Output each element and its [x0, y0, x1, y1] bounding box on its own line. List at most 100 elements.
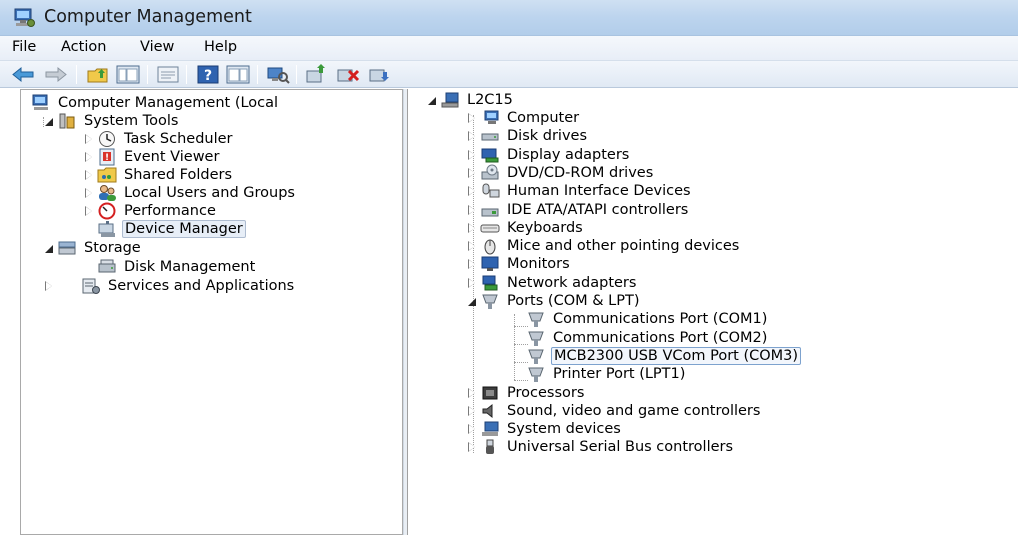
expand-toggle[interactable]	[426, 91, 440, 109]
network-adapter-icon	[482, 275, 498, 291]
show-hide-console-tree-icon[interactable]	[116, 64, 140, 85]
up-folder-icon[interactable]	[86, 64, 110, 85]
device-category-label: IDE ATA/ATAPI controllers	[507, 202, 689, 218]
tree-item-shared-folders[interactable]: Shared Folders	[83, 166, 234, 184]
toolbar: ?	[0, 61, 1018, 88]
device-category-label: Mice and other pointing devices	[507, 238, 740, 254]
dvd-drive-icon	[481, 164, 499, 180]
tree-item-event-viewer[interactable]: ! Event Viewer	[83, 148, 221, 166]
device-category-row[interactable]: Human Interface Devices	[466, 182, 693, 200]
device-category-row[interactable]: DVD/CD-ROM drives	[466, 164, 655, 182]
tree-root-label: Computer Management (Local	[58, 95, 279, 111]
expand-toggle[interactable]	[466, 164, 480, 182]
port-icon	[528, 367, 544, 382]
tree-item-disk-management[interactable]: Disk Management	[97, 258, 257, 276]
device-category-label: Human Interface Devices	[507, 183, 691, 199]
help-icon[interactable]: ?	[196, 64, 220, 85]
port-device-row[interactable]: Printer Port (LPT1)	[526, 365, 687, 383]
expand-toggle[interactable]	[466, 420, 480, 438]
device-category-label: DVD/CD-ROM drives	[507, 165, 654, 181]
tree-item-device-manager[interactable]: Device Manager	[97, 220, 246, 238]
tree-item-storage[interactable]: Storage	[43, 239, 143, 257]
device-category-label: Computer	[507, 110, 580, 126]
expand-toggle[interactable]	[43, 239, 57, 257]
menu-help[interactable]: Help	[204, 39, 237, 55]
device-category-label: Processors	[507, 385, 585, 401]
expand-toggle[interactable]	[466, 292, 480, 310]
ide-controller-icon	[481, 208, 499, 217]
device-category-row[interactable]: Display adapters	[466, 146, 631, 164]
disable-device-icon[interactable]	[336, 64, 360, 85]
computer-management-icon	[14, 8, 35, 27]
device-category-row[interactable]: Sound, video and game controllers	[466, 402, 762, 420]
forward-arrow-icon[interactable]	[44, 64, 68, 85]
port-device-row[interactable]: MCB2300 USB VCom Port (COM3)	[526, 347, 802, 365]
expand-toggle[interactable]	[466, 219, 480, 237]
expand-toggle[interactable]	[466, 438, 480, 456]
tree-item-performance[interactable]: Performance	[83, 202, 218, 220]
update-driver-icon[interactable]	[304, 64, 328, 85]
tree-item-system-tools[interactable]: System Tools	[43, 112, 180, 130]
device-category-label: Sound, video and game controllers	[507, 403, 761, 419]
computer-icon	[484, 110, 499, 124]
expand-toggle[interactable]	[83, 202, 97, 220]
port-device-row[interactable]: Communications Port (COM1)	[526, 310, 769, 328]
device-category-row[interactable]: System devices	[466, 420, 623, 438]
device-category-row[interactable]: IDE ATA/ATAPI controllers	[466, 201, 690, 219]
device-category-row[interactable]: Mice and other pointing devices	[466, 237, 741, 255]
port-device-row[interactable]: Communications Port (COM2)	[526, 329, 769, 347]
device-category-row[interactable]: Network adapters	[466, 274, 638, 292]
keyboard-icon	[480, 224, 500, 233]
expand-toggle[interactable]	[466, 201, 480, 219]
port-icon	[528, 349, 544, 364]
tree-label: Device Manager	[122, 220, 246, 238]
tree-item-task-scheduler[interactable]: Task Scheduler	[83, 130, 235, 148]
expand-toggle[interactable]	[466, 146, 480, 164]
device-category-row[interactable]: Universal Serial Bus controllers	[466, 438, 735, 456]
expand-toggle[interactable]	[466, 237, 480, 255]
expand-toggle[interactable]	[466, 109, 480, 127]
expand-toggle[interactable]	[83, 184, 97, 202]
expand-toggle[interactable]	[466, 182, 480, 200]
svg-text:?: ?	[204, 68, 212, 84]
uninstall-device-icon[interactable]	[368, 64, 392, 85]
device-category-label: Keyboards	[507, 220, 583, 236]
expand-toggle[interactable]	[83, 166, 97, 184]
expand-toggle[interactable]	[83, 148, 97, 166]
clock-icon	[99, 131, 115, 147]
expand-toggle[interactable]	[466, 255, 480, 273]
device-category-row[interactable]: Keyboards	[466, 219, 585, 237]
device-category-row[interactable]: Processors	[466, 384, 586, 402]
expand-toggle[interactable]	[466, 274, 480, 292]
port-device-label: Printer Port (LPT1)	[553, 366, 686, 382]
monitor-icon	[481, 256, 499, 271]
tree-item-local-users-and-groups[interactable]: Local Users and Groups	[83, 184, 297, 202]
menu-view[interactable]: View	[140, 39, 174, 55]
expand-toggle[interactable]	[466, 127, 480, 145]
computer-icon	[441, 92, 459, 108]
device-tree-root[interactable]: L2C15	[426, 91, 515, 109]
menu-file[interactable]: File	[12, 39, 36, 55]
device-tree-pane[interactable]: L2C15 Computer Disk drives Display adapter…	[408, 89, 1018, 535]
scan-hardware-changes-icon[interactable]	[266, 64, 290, 85]
port-icon	[528, 312, 544, 327]
disk-management-icon	[98, 259, 116, 273]
device-category-row[interactable]: Ports (COM & LPT)	[466, 292, 641, 310]
expand-toggle[interactable]	[83, 130, 97, 148]
expand-toggle[interactable]	[43, 112, 57, 130]
expand-toggle[interactable]	[466, 402, 480, 420]
device-category-row[interactable]: Computer	[466, 109, 581, 127]
show-hide-action-pane-icon[interactable]	[226, 64, 250, 85]
expand-toggle[interactable]	[466, 384, 480, 402]
tree-root[interactable]: Computer Management (Local	[31, 94, 280, 112]
hid-icon	[482, 183, 500, 198]
console-tree-pane[interactable]: Computer Management (Local System Tools …	[20, 89, 403, 535]
expand-toggle[interactable]	[43, 277, 57, 295]
tree-item-services-and-applications[interactable]: Services and Applications	[43, 277, 296, 295]
properties-icon[interactable]	[156, 64, 180, 85]
back-arrow-icon[interactable]	[11, 64, 35, 85]
performance-icon	[98, 202, 116, 220]
device-category-row[interactable]: Monitors	[466, 255, 572, 273]
device-category-row[interactable]: Disk drives	[466, 127, 589, 145]
menu-action[interactable]: Action	[61, 39, 106, 55]
